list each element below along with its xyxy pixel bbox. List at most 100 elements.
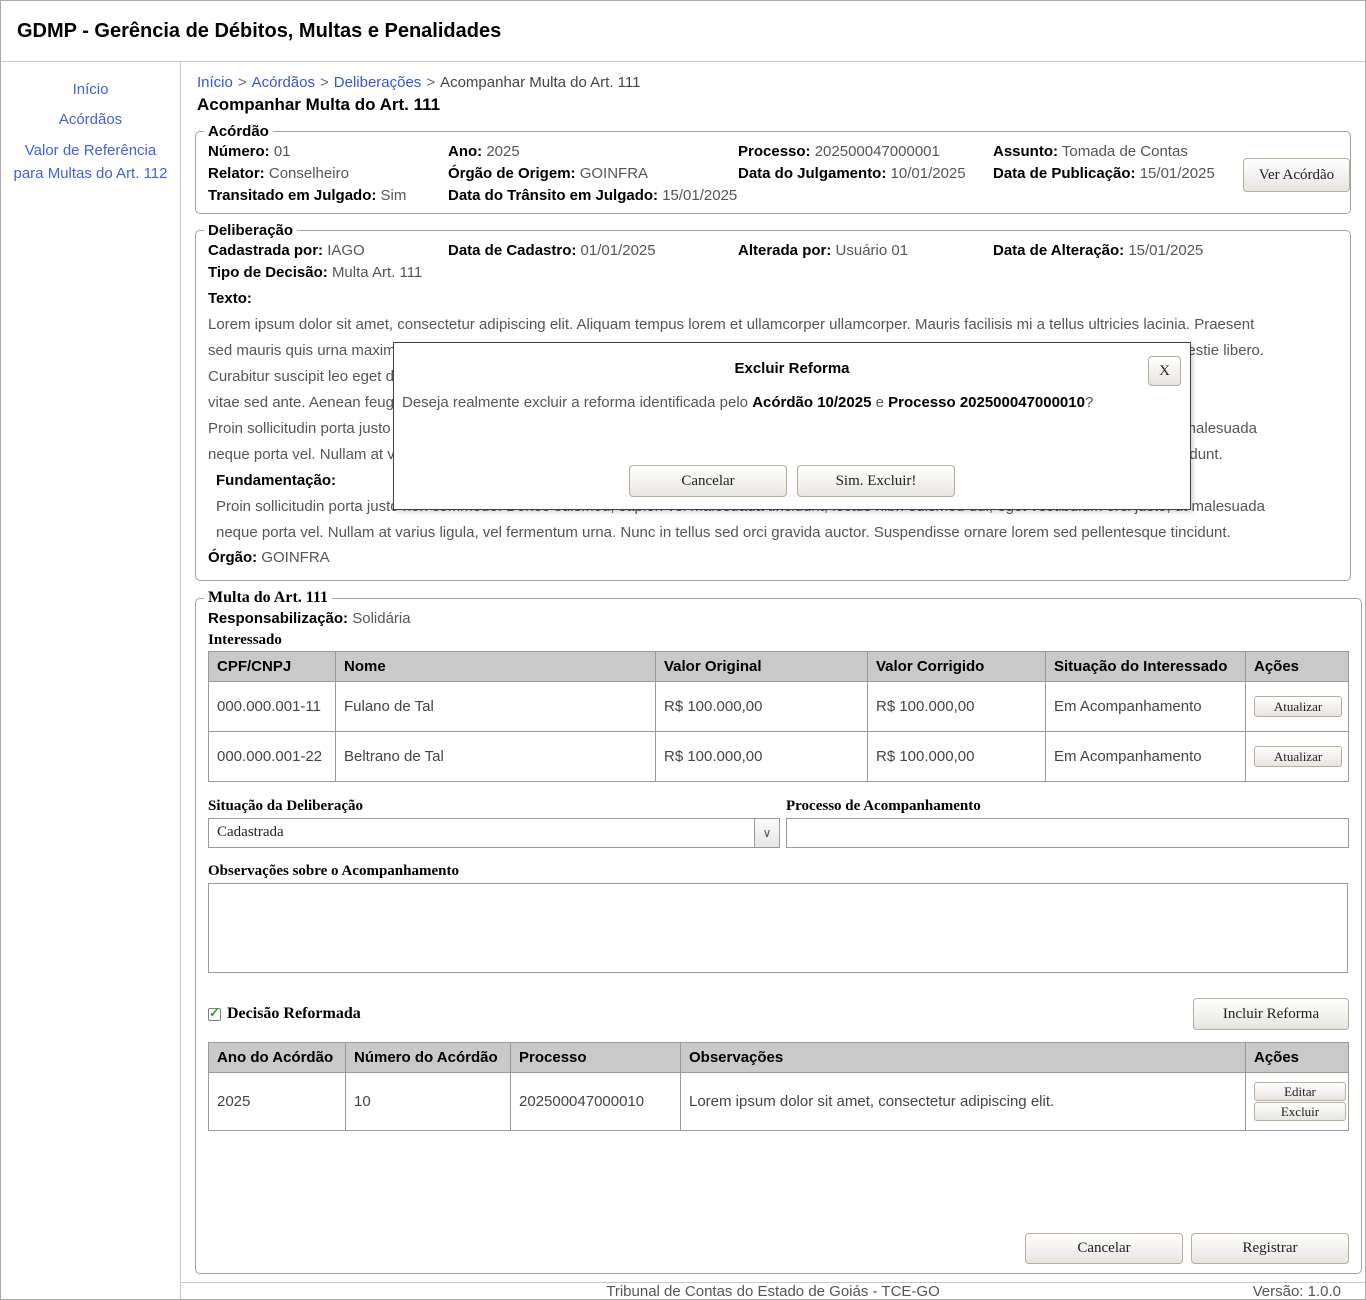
- multa-legend: Multa do Art. 111: [204, 589, 332, 607]
- col-situacao-interessado: Situação do Interessado: [1046, 652, 1246, 682]
- chevron-down-icon: ∨: [754, 819, 779, 847]
- cell-situacao: Em Acompanhamento: [1046, 682, 1246, 732]
- app-title: GDMP - Gerência de Débitos, Multas e Pen…: [17, 20, 501, 43]
- atualizar-button[interactable]: Atualizar: [1254, 746, 1342, 767]
- cell-nome: Fulano de Tal: [336, 682, 656, 732]
- check-icon: ✓: [209, 1005, 220, 1021]
- app-footer: Tribunal de Contas do Estado de Goiás - …: [181, 1282, 1365, 1300]
- cell-valor-original: R$ 100.000,00: [656, 682, 868, 732]
- breadcrumb-separator: >: [320, 74, 329, 91]
- situacao-deliberacao-value: Cadastrada: [209, 819, 754, 847]
- processo-acompanhamento-input[interactable]: [786, 818, 1349, 848]
- cell-nome: Beltrano de Tal: [336, 732, 656, 782]
- close-button[interactable]: X: [1148, 356, 1181, 386]
- col-ano-acordao: Ano do Acórdão: [209, 1043, 346, 1073]
- col-valor-original: Valor Original: [656, 652, 868, 682]
- texto-label: Texto:: [208, 286, 1338, 312]
- modal-processo-ref: Processo 202500047000010: [888, 394, 1085, 411]
- modal-cancelar-button[interactable]: Cancelar: [629, 465, 787, 497]
- excluir-button[interactable]: Excluir: [1254, 1102, 1346, 1121]
- col-processo: Processo: [511, 1043, 681, 1073]
- field-processo: Processo: 202500047000001: [738, 143, 993, 160]
- field-numero: Número: 01: [208, 143, 448, 160]
- page: GDMP - Gerência de Débitos, Multas e Pen…: [0, 0, 1366, 1300]
- cell-situacao: Em Acompanhamento: [1046, 732, 1246, 782]
- field-ano: Ano: 2025: [448, 143, 738, 160]
- col-acoes: Ações: [1246, 1043, 1349, 1073]
- sidebar-item-valor-referencia[interactable]: Valor de Referência para Multas do Art. …: [1, 139, 180, 186]
- decisao-reformada-checkbox[interactable]: ✓: [208, 1008, 221, 1021]
- footer-version: Versão: 1.0.0: [1253, 1283, 1341, 1300]
- incluir-reforma-button[interactable]: Incluir Reforma: [1193, 998, 1349, 1030]
- observacoes-label: Observações sobre o Acompanhamento: [208, 863, 1349, 880]
- breadcrumb-link-acordaos[interactable]: Acórdãos: [252, 74, 315, 91]
- app-header: GDMP - Gerência de Débitos, Multas e Pen…: [1, 1, 1365, 62]
- col-cpf-cnpj: CPF/CNPJ: [209, 652, 336, 682]
- table-row: 000.000.001-22 Beltrano de Tal R$ 100.00…: [209, 732, 1349, 782]
- breadcrumb-link-inicio[interactable]: Início: [197, 74, 233, 91]
- cell-valor-original: R$ 100.000,00: [656, 732, 868, 782]
- page-title: Acompanhar Multa do Art. 111: [197, 95, 1351, 115]
- field-tipo-decisao: Tipo de Decisão: Multa Art. 111: [208, 264, 1338, 281]
- field-cadastrada-por: Cadastrada por: IAGO: [208, 242, 448, 259]
- registrar-button[interactable]: Registrar: [1191, 1233, 1349, 1264]
- excluir-reforma-modal: Excluir Reforma X Deseja realmente exclu…: [393, 342, 1191, 510]
- field-transitado: Transitado em Julgado: Sim: [208, 187, 448, 204]
- modal-acordao-ref: Acórdão 10/2025: [752, 394, 871, 411]
- observacoes-textarea[interactable]: [208, 883, 1348, 973]
- editar-button[interactable]: Editar: [1254, 1082, 1346, 1101]
- cell-valor-corrigido: R$ 100.000,00: [868, 732, 1046, 782]
- situacao-deliberacao-select[interactable]: Cadastrada ∨: [208, 818, 780, 848]
- col-valor-corrigido: Valor Corrigido: [868, 652, 1046, 682]
- field-alterada-por: Alterada por: Usuário 01: [738, 242, 993, 259]
- reformas-header-row: Ano do Acórdão Número do Acórdão Process…: [209, 1043, 1349, 1073]
- reformas-table: Ano do Acórdão Número do Acórdão Process…: [208, 1042, 1349, 1131]
- cell-observacoes: Lorem ipsum dolor sit amet, consectetur …: [681, 1073, 1246, 1131]
- main-content: Início>Acórdãos>Deliberações>Acompanhar …: [181, 62, 1365, 1282]
- col-numero-acordao: Número do Acórdão: [346, 1043, 511, 1073]
- cell-ano: 2025: [209, 1073, 346, 1131]
- deliberacao-legend: Deliberação: [204, 222, 297, 239]
- field-orgao: Órgão: GOINFRA: [208, 549, 1338, 566]
- sidebar-item-acordaos[interactable]: Acórdãos: [1, 108, 180, 131]
- multa-fieldset: Multa do Art. 111 Responsabilização: Sol…: [195, 589, 1362, 1274]
- field-data-transito: Data do Trânsito em Julgado: 15/01/2025: [448, 187, 1338, 204]
- sidebar: Início Acórdãos Valor de Referência para…: [1, 62, 181, 1299]
- field-orgao-origem: Órgão de Origem: GOINFRA: [448, 165, 738, 182]
- interessado-label: Interessado: [208, 632, 1349, 649]
- breadcrumb-current: Acompanhar Multa do Art. 111: [440, 74, 640, 91]
- ver-acordao-button[interactable]: Ver Acórdão: [1243, 158, 1350, 192]
- processo-acompanhamento-label: Processo de Acompanhamento: [786, 798, 1349, 815]
- interessados-header-row: CPF/CNPJ Nome Valor Original Valor Corri…: [209, 652, 1349, 682]
- breadcrumb-separator: >: [426, 74, 435, 91]
- table-row: 000.000.001-11 Fulano de Tal R$ 100.000,…: [209, 682, 1349, 732]
- cell-numero: 10: [346, 1073, 511, 1131]
- cell-processo: 202500047000010: [511, 1073, 681, 1131]
- field-relator: Relator: Conselheiro: [208, 165, 448, 182]
- modal-message: Deseja realmente excluir a reforma ident…: [402, 393, 1182, 413]
- breadcrumb: Início>Acórdãos>Deliberações>Acompanhar …: [197, 74, 1351, 91]
- decisao-reformada-label: Decisão Reformada: [227, 1005, 361, 1023]
- footer-text: Tribunal de Contas do Estado de Goiás - …: [606, 1283, 940, 1300]
- breadcrumb-separator: >: [238, 74, 247, 91]
- interessados-table: CPF/CNPJ Nome Valor Original Valor Corri…: [208, 651, 1349, 782]
- situacao-deliberacao-label: Situação da Deliberação: [208, 798, 780, 815]
- field-data-alteracao: Data de Alteração: 15/01/2025: [993, 242, 1338, 259]
- acordao-legend: Acórdão: [204, 123, 273, 140]
- col-acoes: Ações: [1246, 652, 1349, 682]
- col-nome: Nome: [336, 652, 656, 682]
- modal-confirmar-exclusao-button[interactable]: Sim. Excluir!: [797, 465, 955, 497]
- breadcrumb-link-deliberacoes[interactable]: Deliberações: [334, 74, 422, 91]
- sidebar-item-inicio[interactable]: Início: [1, 78, 180, 101]
- col-observacoes: Observações: [681, 1043, 1246, 1073]
- acordao-fieldset: Acórdão Número: 01 Ano: 2025 Processo: 2…: [195, 123, 1351, 214]
- atualizar-button[interactable]: Atualizar: [1254, 696, 1342, 717]
- modal-title: Excluir Reforma: [394, 360, 1190, 377]
- cancelar-button[interactable]: Cancelar: [1025, 1233, 1183, 1264]
- field-data-cadastro: Data de Cadastro: 01/01/2025: [448, 242, 738, 259]
- field-data-julgamento: Data do Julgamento: 10/01/2025: [738, 165, 993, 182]
- cell-cpf: 000.000.001-11: [209, 682, 336, 732]
- table-row: 2025 10 202500047000010 Lorem ipsum dolo…: [209, 1073, 1349, 1131]
- cell-valor-corrigido: R$ 100.000,00: [868, 682, 1046, 732]
- cell-cpf: 000.000.001-22: [209, 732, 336, 782]
